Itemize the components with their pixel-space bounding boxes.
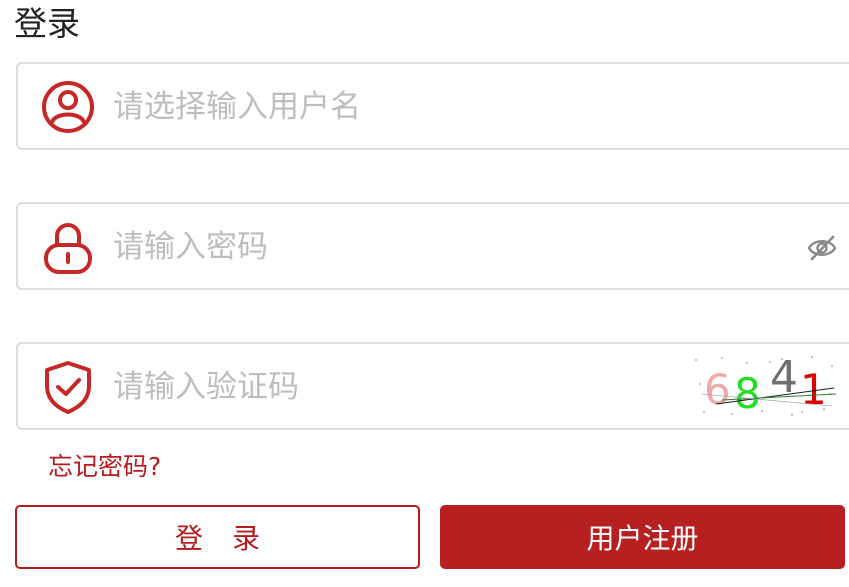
login-button[interactable]: 登 录	[15, 505, 420, 569]
shield-check-icon	[45, 361, 91, 414]
username-field[interactable]	[16, 62, 849, 150]
captcha-digit: 6	[704, 365, 731, 414]
register-button[interactable]: 用户注册	[440, 505, 845, 569]
page-title: 登录	[14, 4, 80, 43]
captcha-input[interactable]	[113, 364, 673, 410]
username-input[interactable]	[113, 84, 673, 130]
forgot-password-link[interactable]: 忘记密码?	[48, 450, 161, 484]
captcha-field[interactable]: 6 8 4 1	[16, 342, 849, 430]
eye-off-icon[interactable]	[806, 234, 838, 262]
login-page: 登录 请选择输入用户名 请输入验证码 6 8 4 1 忘记密码? 登 录 用户注…	[0, 0, 849, 587]
captcha-digit: 8	[734, 369, 761, 418]
user-icon	[42, 81, 94, 133]
lock-icon	[44, 223, 92, 274]
captcha-image[interactable]: 6 8 4 1	[692, 354, 838, 418]
password-field[interactable]	[16, 202, 849, 290]
password-input[interactable]	[113, 224, 673, 270]
